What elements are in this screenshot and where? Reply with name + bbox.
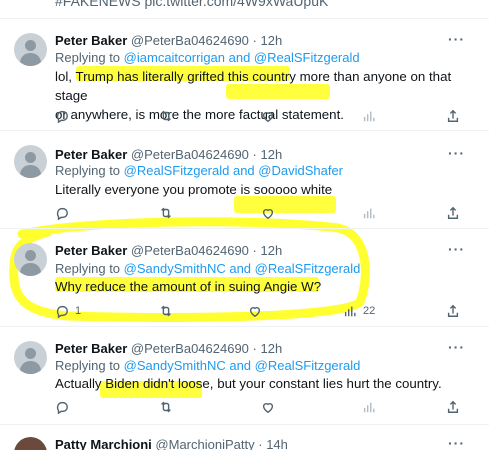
like-button[interactable]: [261, 206, 275, 220]
author-handle[interactable]: @PeterBa04624690: [131, 147, 249, 162]
heart-icon: [262, 209, 274, 220]
author-name[interactable]: Peter Baker: [55, 147, 127, 162]
reply-button[interactable]: [55, 109, 69, 123]
retweet-button[interactable]: [159, 206, 173, 220]
previous-tweet-fragment: #FAKENEWS pic.twitter.com/4W9xWaUpuK: [55, 0, 329, 9]
more-options-button[interactable]: ···: [448, 435, 465, 450]
replying-to: Replying to @SandySmithNC and @RealSFitz…: [55, 261, 361, 276]
heart-icon: [262, 403, 274, 414]
tweet-actions: [55, 400, 465, 418]
tweet-text: Literally everyone you promote is sooooo…: [55, 182, 333, 197]
retweet-button[interactable]: [159, 400, 173, 414]
tweet-5[interactable]: Patty Marchioni @MarchioniPatty · 14h ··…: [0, 424, 489, 450]
share-icon: [447, 304, 459, 317]
author-name[interactable]: Patty Marchioni: [55, 437, 152, 450]
like-button[interactable]: [261, 109, 275, 123]
retweet-button[interactable]: [159, 109, 173, 123]
heart-icon: [249, 307, 261, 318]
avatar[interactable]: [14, 33, 47, 66]
author-handle[interactable]: @PeterBa04624690: [131, 243, 249, 258]
more-options-button[interactable]: ···: [448, 339, 465, 355]
avatar[interactable]: [14, 437, 47, 450]
author-handle[interactable]: @MarchioniPatty: [155, 437, 254, 450]
timestamp[interactable]: 12h: [261, 243, 283, 258]
author-name[interactable]: Peter Baker: [55, 341, 127, 356]
reply-icon: [56, 110, 68, 123]
share-button[interactable]: [446, 304, 460, 318]
reply-count: 1: [75, 305, 82, 317]
share-icon: [447, 206, 459, 219]
views-button[interactable]: [362, 206, 376, 220]
reply-button[interactable]: [55, 400, 69, 414]
tweet-header: Patty Marchioni @MarchioniPatty · 14h: [55, 437, 288, 450]
reply-icon: [56, 207, 68, 220]
retweet-icon: [161, 207, 171, 219]
retweet-icon: [161, 401, 171, 413]
timestamp[interactable]: 12h: [261, 33, 283, 48]
analytics-icon: [363, 402, 375, 413]
tweet-text: Actually Biden didn't loose, but your co…: [55, 376, 442, 391]
replying-to-link[interactable]: @iamcaitcorrigan and @RealSFitzgerald: [124, 50, 360, 65]
like-button[interactable]: [261, 400, 275, 414]
views-button[interactable]: [362, 109, 376, 123]
analytics-icon: [363, 111, 375, 122]
share-icon: [447, 400, 459, 413]
reply-icon: [56, 401, 68, 414]
share-button[interactable]: [446, 109, 460, 123]
tweet-1[interactable]: Peter Baker @PeterBa04624690 · 12h ··· R…: [0, 18, 489, 130]
tweet-actions: 1 22: [55, 304, 465, 322]
heart-icon: [262, 112, 274, 123]
tweet-header: Peter Baker @PeterBa04624690 · 12h: [55, 147, 283, 162]
tweet-2[interactable]: Peter Baker @PeterBa04624690 · 12h ··· R…: [0, 130, 489, 228]
retweet-icon: [161, 110, 171, 122]
reply-button[interactable]: [55, 206, 69, 220]
avatar[interactable]: [14, 243, 47, 276]
reply-icon: [56, 305, 68, 318]
timestamp[interactable]: 14h: [266, 437, 288, 450]
views-count: 22: [363, 305, 376, 317]
replying-to: Replying to @RealSFitzgerald and @DavidS…: [55, 163, 344, 178]
replying-to-link[interactable]: @SandySmithNC and @RealSFitzgerald: [124, 261, 361, 276]
replying-to: Replying to @SandySmithNC and @RealSFitz…: [55, 358, 361, 373]
analytics-icon: [344, 306, 356, 317]
tweet-3[interactable]: Peter Baker @PeterBa04624690 · 12h ··· R…: [0, 228, 489, 326]
tweet-header: Peter Baker @PeterBa04624690 · 12h: [55, 341, 283, 356]
retweet-button[interactable]: [159, 304, 173, 318]
timestamp[interactable]: 12h: [261, 341, 283, 356]
avatar[interactable]: [14, 145, 47, 178]
more-options-button[interactable]: ···: [448, 145, 465, 161]
reply-button[interactable]: 1: [55, 304, 81, 318]
timeline: #FAKENEWS pic.twitter.com/4W9xWaUpuK Pet…: [0, 0, 489, 450]
author-name[interactable]: Peter Baker: [55, 33, 127, 48]
author-name[interactable]: Peter Baker: [55, 243, 127, 258]
share-button[interactable]: [446, 400, 460, 414]
views-button[interactable]: 22: [343, 304, 375, 318]
views-button[interactable]: [362, 400, 376, 414]
tweet-actions: [55, 206, 465, 224]
author-handle[interactable]: @PeterBa04624690: [131, 33, 249, 48]
retweet-icon: [161, 305, 171, 317]
tweet-4[interactable]: Peter Baker @PeterBa04624690 · 12h ··· R…: [0, 326, 489, 424]
replying-to: Replying to @iamcaitcorrigan and @RealSF…: [55, 50, 360, 65]
author-handle[interactable]: @PeterBa04624690: [131, 341, 249, 356]
like-button[interactable]: [248, 304, 262, 318]
avatar[interactable]: [14, 341, 47, 374]
tweet-header: Peter Baker @PeterBa04624690 · 12h: [55, 33, 283, 48]
more-options-button[interactable]: ···: [448, 31, 465, 47]
more-options-button[interactable]: ···: [448, 241, 465, 257]
replying-to-link[interactable]: @RealSFitzgerald and @DavidShafer: [124, 163, 343, 178]
tweet-header: Peter Baker @PeterBa04624690 · 12h: [55, 243, 283, 258]
share-icon: [447, 109, 459, 122]
share-button[interactable]: [446, 206, 460, 220]
replying-to-link[interactable]: @SandySmithNC and @RealSFitzgerald: [124, 358, 361, 373]
analytics-icon: [363, 208, 375, 219]
tweet-actions: [55, 109, 465, 127]
tweet-text: Why reduce the amount of in suing Angie …: [55, 279, 322, 294]
timestamp[interactable]: 12h: [261, 147, 283, 162]
